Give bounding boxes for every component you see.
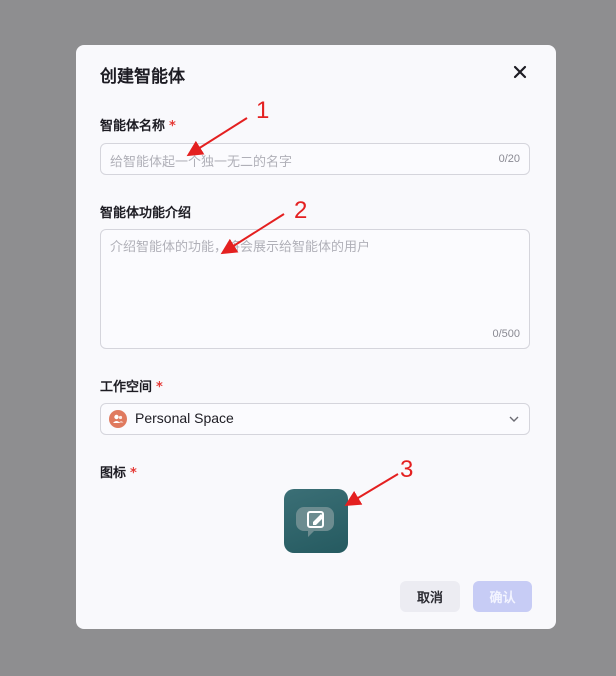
name-label: 智能体名称 *: [100, 115, 176, 134]
desc-char-count: 0/500: [492, 328, 520, 340]
create-agent-dialog: 创建智能体 智能体名称 * 给智能体起一个独一无二的名字 0/20 智能体功能介绍…: [76, 45, 556, 629]
agent-avatar[interactable]: [284, 489, 348, 553]
desc-placeholder: 介绍智能体的功能，将会展示给智能体的用户: [110, 240, 371, 255]
cancel-button[interactable]: 取消: [400, 581, 460, 612]
annotation-1: 1: [256, 97, 270, 124]
close-icon[interactable]: [512, 64, 528, 80]
name-label-text: 智能体名称: [100, 119, 166, 134]
annotation-2: 2: [294, 197, 308, 224]
users-icon: [109, 410, 127, 428]
required-mark: *: [130, 466, 137, 481]
edit-icon: [296, 507, 334, 537]
workspace-select[interactable]: Personal Space: [100, 403, 530, 435]
name-input[interactable]: 给智能体起一个独一无二的名字 0/20: [100, 143, 530, 175]
description-textarea[interactable]: 介绍智能体的功能，将会展示给智能体的用户 0/500: [100, 229, 530, 349]
workspace-label: 工作空间 *: [100, 376, 163, 395]
workspace-value: Personal Space: [135, 410, 234, 426]
required-mark: *: [156, 380, 163, 395]
workspace-label-text: 工作空间: [100, 380, 153, 395]
name-char-count: 0/20: [498, 153, 520, 165]
name-placeholder: 给智能体起一个独一无二的名字: [110, 155, 293, 170]
confirm-button[interactable]: 确认: [473, 581, 532, 612]
icon-label-text: 图标: [100, 466, 127, 481]
icon-label: 图标 *: [100, 462, 137, 481]
annotation-3: 3: [400, 456, 414, 483]
required-mark: *: [169, 119, 176, 134]
chevron-down-icon: [509, 416, 519, 422]
dialog-title: 创建智能体: [100, 67, 185, 87]
desc-label: 智能体功能介绍: [100, 206, 192, 221]
